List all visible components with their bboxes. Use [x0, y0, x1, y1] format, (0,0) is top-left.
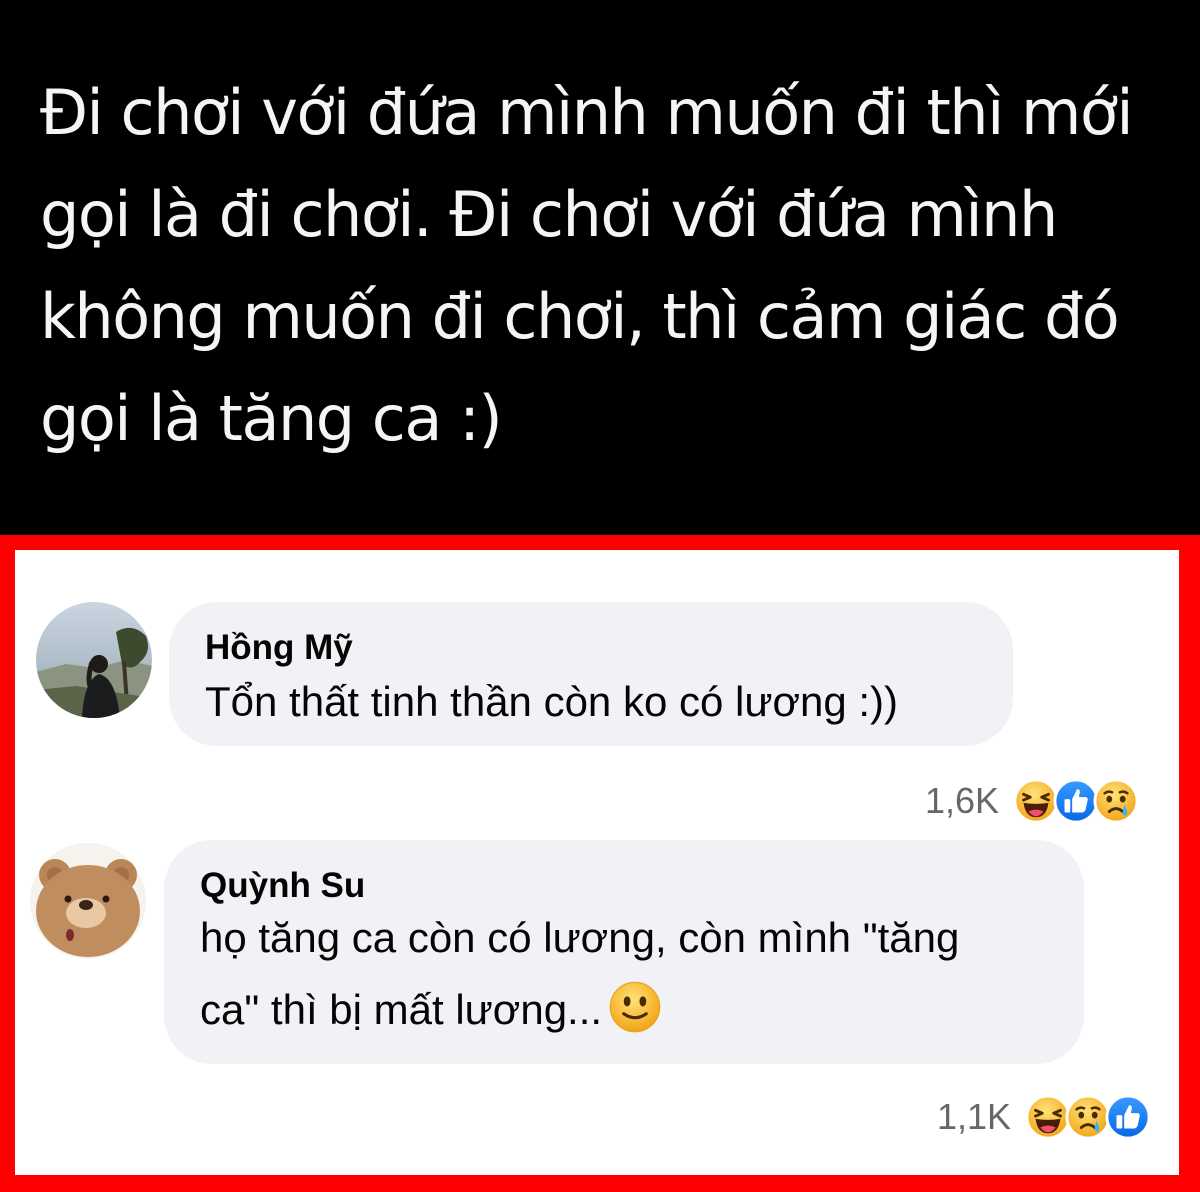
comment-bubble: Quỳnh Su họ tăng ca còn có lương, còn mì… [164, 840, 1084, 1064]
like-icon [1105, 1094, 1151, 1140]
comment-text-line: họ tăng ca còn có lương, còn mình "tăng [200, 914, 960, 961]
highlight-frame: Hồng Mỹ Tổn thất tinh thần còn ko có lươ… [0, 535, 1200, 1192]
reaction-count: 1,1K [937, 1096, 1012, 1137]
post-text: Đi chơi với đứa mình muốn đi thì mới gọi… [40, 76, 1134, 455]
comment-text: Tổn thất tinh thần còn ko có lương :)) [205, 678, 899, 725]
reaction-count: 1,6K [925, 780, 1000, 821]
comment-author[interactable]: Quỳnh Su [200, 866, 365, 906]
avatar[interactable] [30, 843, 146, 959]
slightly-smiling-icon [608, 980, 662, 1034]
avatar[interactable] [36, 602, 152, 718]
comment-text-fragment: ca" thì bị mất lương... [200, 986, 603, 1033]
sad-icon [1093, 778, 1139, 824]
reaction-summary[interactable]: 1,1K [937, 1092, 1151, 1142]
comment-bubble: Hồng Mỹ Tổn thất tinh thần còn ko có lươ… [169, 602, 1013, 746]
reaction-summary[interactable]: 1,6K [925, 776, 1139, 826]
comment-text-line: ca" thì bị mất lương... [200, 974, 662, 1046]
post-card: Đi chơi với đứa mình muốn đi thì mới gọi… [0, 0, 1200, 535]
comments-section: Hồng Mỹ Tổn thất tinh thần còn ko có lươ… [15, 550, 1179, 1175]
comment-author[interactable]: Hồng Mỹ [205, 628, 353, 668]
